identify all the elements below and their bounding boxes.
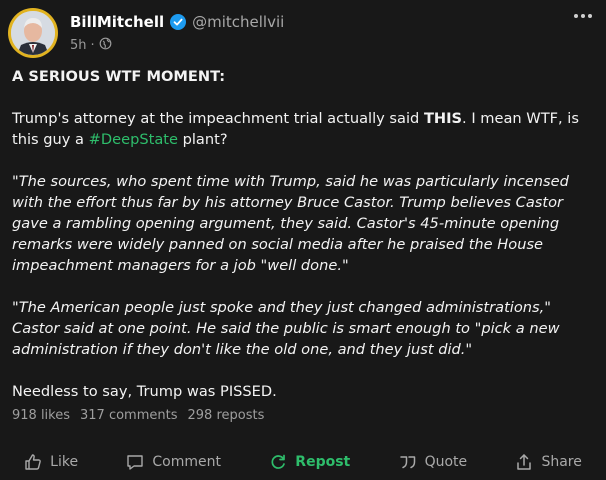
text-segment: plant? (177, 131, 228, 148)
share-button[interactable]: Share (515, 453, 582, 471)
globe-icon (99, 37, 112, 54)
closing-paragraph: Needless to say, Trump was PISSED. (12, 383, 277, 400)
quote-paragraph-1: "The sources, who spent time with Trump,… (12, 173, 569, 274)
comment-icon (127, 455, 144, 470)
hashtag-link[interactable]: #DeepState (89, 131, 178, 148)
author-handle[interactable]: @mitchellvii (192, 13, 284, 31)
post-title: A SERIOUS WTF MOMENT: (12, 68, 226, 85)
engagement-stats: 918 likes 317 comments 298 reposts (12, 408, 264, 423)
post-body: A SERIOUS WTF MOMENT: Trump's attorney a… (12, 66, 596, 423)
thumbs-up-icon (25, 454, 41, 470)
comments-count[interactable]: 317 comments (80, 408, 177, 423)
author-line: BillMitchell @mitchellvii (70, 13, 284, 31)
share-label: Share (541, 454, 582, 470)
comment-button[interactable]: Comment (126, 453, 221, 471)
avatar-photo (11, 11, 55, 55)
text-segment: Trump's attorney at the impeachment tria… (12, 110, 424, 127)
verified-badge-icon (170, 14, 187, 30)
action-bar: Like Comment Repost Quote Share (0, 450, 606, 474)
quote-button[interactable]: Quote (399, 453, 468, 471)
quote-paragraph-2: "The American people just spoke and they… (12, 299, 560, 358)
like-label: Like (50, 454, 79, 470)
quote-label: Quote (424, 454, 468, 470)
post-time[interactable]: 5h (70, 38, 87, 53)
meta-separator: · (90, 38, 95, 53)
reposts-count[interactable]: 298 reposts (188, 408, 265, 423)
emphasis-text: THIS (423, 110, 463, 127)
author-name[interactable]: BillMitchell (70, 13, 164, 31)
quote-icon (399, 456, 415, 469)
post-paragraph: Trump's attorney at the impeachment tria… (12, 108, 596, 150)
comment-label: Comment (152, 454, 221, 470)
like-button[interactable]: Like (24, 453, 78, 471)
repost-label: Repost (295, 454, 351, 470)
share-icon (517, 454, 532, 470)
repost-icon (271, 454, 286, 469)
repost-button[interactable]: Repost (269, 453, 350, 471)
more-options-icon[interactable] (574, 14, 592, 20)
avatar[interactable] (8, 8, 58, 58)
post-meta: 5h · (70, 37, 112, 54)
likes-count[interactable]: 918 likes (12, 408, 70, 423)
